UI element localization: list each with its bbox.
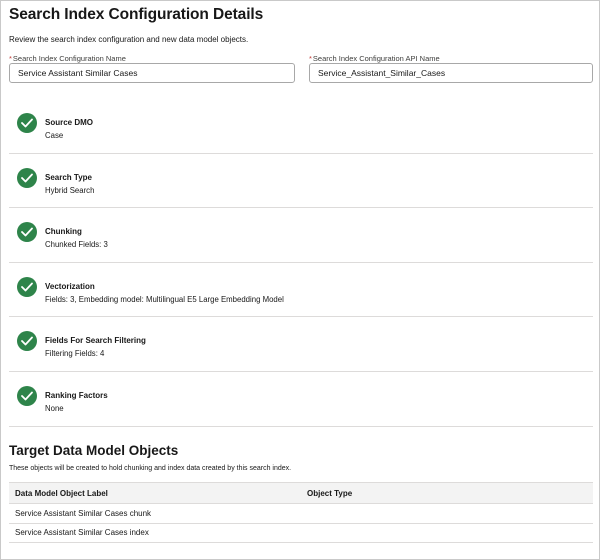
step-detail: Chunked Fields: 3 [45, 240, 108, 250]
target-objects-table: Data Model Object Label Object Type Serv… [9, 482, 593, 543]
name-field-label: *Search Index Configuration Name [9, 54, 126, 63]
step-chunking: Chunking Chunked Fields: 3 [9, 208, 593, 263]
step-search-filtering: Fields For Search Filtering Filtering Fi… [9, 317, 593, 372]
check-icon [17, 113, 37, 133]
column-header-label: Data Model Object Label [9, 482, 301, 504]
table-header-row: Data Model Object Label Object Type [9, 482, 593, 504]
page-subtitle: Review the search index configuration an… [9, 35, 249, 44]
step-source-dmo: Source DMO Case [9, 99, 593, 154]
check-icon [17, 385, 37, 406]
object-label-cell: Service Assistant Similar Cases index [9, 523, 301, 543]
step-detail: Case [45, 131, 64, 140]
step-name: Vectorization [45, 281, 95, 291]
object-type-cell [301, 523, 593, 543]
step-name: Fields For Search Filtering [45, 336, 146, 346]
object-label-cell: Service Assistant Similar Cases chunk [9, 503, 301, 524]
page-title: Search Index Configuration Details [9, 6, 264, 23]
table-row: Service Assistant Similar Cases chunk [9, 503, 593, 524]
check-icon [17, 167, 37, 188]
object-type-cell [301, 503, 593, 524]
table-row: Service Assistant Similar Cases index [9, 523, 593, 543]
step-ranking-factors: Ranking Factors None [9, 372, 593, 427]
required-marker: * [9, 54, 12, 63]
step-detail: Fields: 3, Embedding model: Multilingual… [45, 294, 284, 304]
api-name-field-label: *Search Index Configuration API Name [309, 54, 440, 63]
check-icon [17, 222, 37, 243]
step-name: Source DMO [45, 118, 94, 127]
step-name: Search Type [45, 172, 92, 182]
check-icon [17, 276, 37, 297]
step-name: Ranking Factors [45, 390, 108, 400]
configuration-panel: Search Index Configuration Details Revie… [0, 0, 600, 560]
step-detail: Filtering Fields: 4 [45, 349, 105, 359]
step-vectorization: Vectorization Fields: 3, Embedding model… [9, 263, 593, 318]
step-search-type: Search Type Hybrid Search [9, 154, 593, 209]
step-list: Source DMO Case Search Type Hybrid Searc… [9, 99, 593, 427]
config-api-name-input[interactable] [309, 63, 593, 83]
target-objects-subtitle: These objects will be created to hold ch… [9, 465, 292, 472]
required-marker: * [309, 54, 312, 63]
column-header-type: Object Type [301, 482, 593, 504]
target-objects-title: Target Data Model Objects [9, 443, 179, 458]
step-detail: None [45, 403, 64, 413]
step-name: Chunking [45, 227, 82, 237]
step-detail: Hybrid Search [45, 185, 95, 195]
check-icon [17, 331, 37, 352]
config-name-input[interactable] [9, 63, 295, 83]
